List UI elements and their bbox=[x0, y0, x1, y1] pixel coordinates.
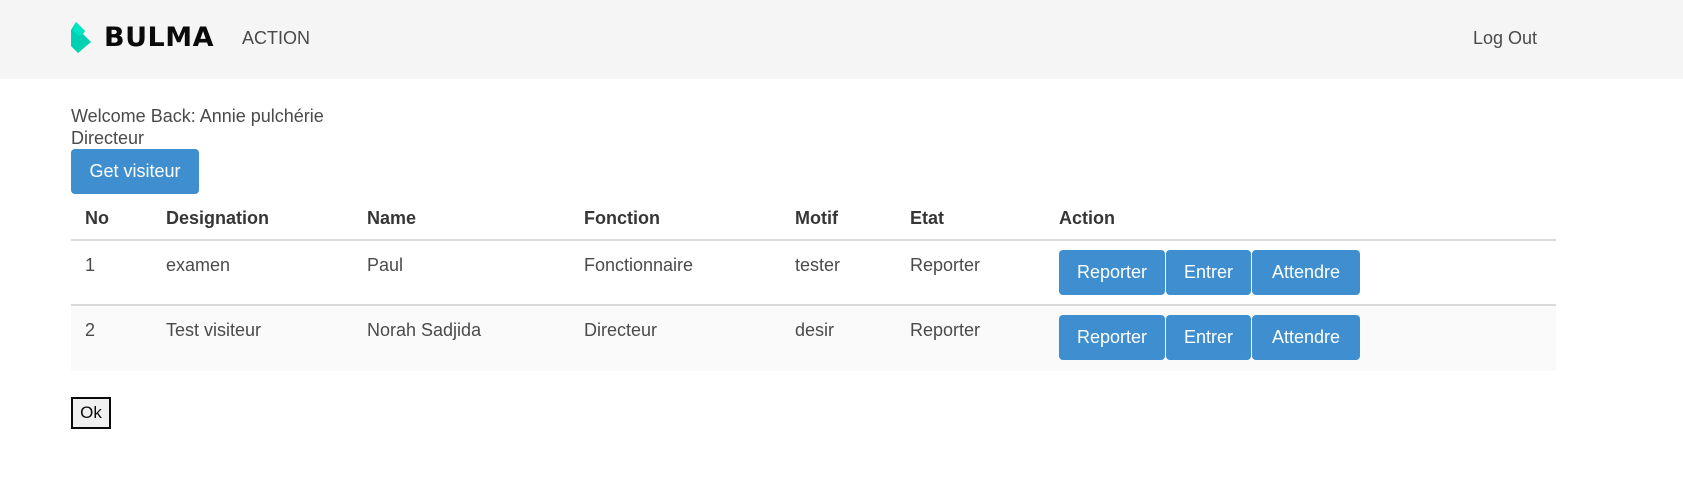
welcome-text: Welcome Back: Annie pulchérie bbox=[71, 106, 324, 126]
logout-link[interactable]: Log Out bbox=[1473, 28, 1537, 49]
column-header-no: No bbox=[85, 208, 109, 228]
cell-etat: Reporter bbox=[910, 255, 981, 275]
brand-name: BULMA bbox=[104, 22, 214, 53]
row-actions: Reporter Entrer Attendre bbox=[1059, 250, 1361, 295]
brand-link[interactable]: BULMA bbox=[71, 22, 214, 53]
cell-motif: desir bbox=[795, 320, 835, 340]
column-header-designation: Designation bbox=[166, 208, 270, 228]
get-visiteur-button[interactable]: Get visiteur bbox=[71, 149, 199, 194]
user-role: Directeur bbox=[71, 128, 145, 148]
cell-name: Paul bbox=[367, 255, 404, 275]
cell-fonction: Directeur bbox=[584, 320, 658, 340]
cell-fonction: Fonctionnaire bbox=[584, 255, 694, 275]
cell-designation: Test visiteur bbox=[166, 320, 262, 340]
entrer-button[interactable]: Entrer bbox=[1166, 250, 1251, 295]
entrer-button[interactable]: Entrer bbox=[1166, 315, 1251, 360]
column-header-action: Action bbox=[1059, 208, 1115, 228]
cell-no: 1 bbox=[85, 255, 96, 275]
table-row: 1 examen Paul Fonctionnaire tester Repor… bbox=[71, 241, 1556, 306]
attendre-button[interactable]: Attendre bbox=[1252, 250, 1360, 295]
reporter-button[interactable]: Reporter bbox=[1059, 315, 1165, 360]
table-header: No Designation Name Fonction Motif Etat … bbox=[71, 200, 1556, 241]
ok-button[interactable]: Ok bbox=[71, 397, 111, 429]
cell-no: 2 bbox=[85, 320, 96, 340]
cell-motif: tester bbox=[795, 255, 841, 275]
attendre-button[interactable]: Attendre bbox=[1252, 315, 1360, 360]
column-header-fonction: Fonction bbox=[584, 208, 660, 228]
cell-name: Norah Sadjida bbox=[367, 320, 482, 340]
navbar: BULMA ACTION Log Out bbox=[0, 0, 1683, 79]
cell-designation: examen bbox=[166, 255, 231, 275]
row-actions: Reporter Entrer Attendre bbox=[1059, 315, 1361, 360]
reporter-button[interactable]: Reporter bbox=[1059, 250, 1165, 295]
table-row: 2 Test visiteur Norah Sadjida Directeur … bbox=[71, 306, 1556, 371]
visitors-table: No Designation Name Fonction Motif Etat … bbox=[71, 200, 1556, 371]
column-header-etat: Etat bbox=[910, 208, 945, 228]
column-header-motif: Motif bbox=[795, 208, 838, 228]
cell-etat: Reporter bbox=[910, 320, 981, 340]
nav-action-link[interactable]: ACTION bbox=[242, 28, 310, 49]
bulma-logo-icon bbox=[71, 22, 91, 53]
column-header-name: Name bbox=[367, 208, 417, 228]
